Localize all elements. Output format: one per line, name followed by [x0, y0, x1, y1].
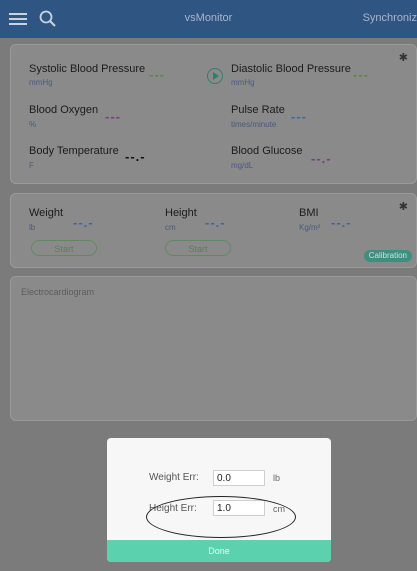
height-value: --.- [205, 215, 226, 230]
top-bar: vsMonitor Synchroniz [0, 0, 417, 38]
glucose-unit: mg/dL [231, 161, 254, 170]
temperature-unit: F [29, 161, 34, 170]
calibration-button[interactable]: Calibration [363, 250, 412, 262]
height-unit: cm [165, 223, 176, 232]
height-start-button[interactable]: Start [165, 240, 231, 256]
bmi-value: --.- [331, 215, 352, 230]
weight-start-button[interactable]: Start [31, 240, 97, 256]
systolic-label: Systolic Blood Pressure [29, 63, 146, 75]
bluetooth-icon[interactable]: ✱ [399, 200, 408, 213]
annotation-ellipse [146, 496, 296, 538]
temperature-value: --.- [125, 149, 146, 164]
weight-unit: lb [29, 223, 36, 232]
pulse-value: --- [291, 109, 307, 124]
weight-label: Weight [29, 207, 64, 219]
temperature-label: Body Temperature [29, 145, 119, 157]
diastolic-label: Diastolic Blood Pressure [231, 63, 351, 75]
weight-err-unit: lb [273, 473, 281, 483]
diastolic-unit: mmHg [231, 78, 255, 87]
weight-err-label: Weight Err: [149, 472, 199, 483]
ecg-title: Electrocardiogram [21, 287, 95, 297]
app-title: vsMonitor [184, 12, 233, 24]
bluetooth-icon[interactable]: ✱ [399, 51, 408, 64]
vitals-card: Systolic Blood Pressure mmHg --- Diastol… [10, 44, 417, 184]
glucose-label: Blood Glucose [231, 145, 303, 157]
bmi-label: BMI [299, 207, 319, 219]
systolic-unit: mmHg [29, 78, 53, 87]
done-button[interactable]: Done [107, 540, 331, 562]
oxygen-unit: % [29, 120, 37, 129]
diastolic-value: --- [353, 67, 369, 82]
oxygen-label: Blood Oxygen [29, 104, 99, 116]
ecg-card: Electrocardiogram [10, 276, 417, 421]
bmi-unit: Kg/m² [299, 223, 321, 232]
weight-err-input[interactable] [213, 470, 265, 486]
weight-value: --.- [73, 215, 94, 230]
systolic-value: --- [149, 67, 165, 82]
pulse-label: Pulse Rate [231, 104, 285, 116]
height-label: Height [165, 207, 197, 219]
pulse-unit: times/minute [231, 120, 277, 129]
play-icon[interactable] [207, 68, 223, 84]
glucose-value: --.- [311, 151, 332, 166]
body-measure-card: Weight lb --.- Start Height cm --.- Star… [10, 193, 417, 268]
synchronize-button[interactable]: Synchroniz [363, 12, 417, 24]
oxygen-value: --- [105, 109, 121, 124]
